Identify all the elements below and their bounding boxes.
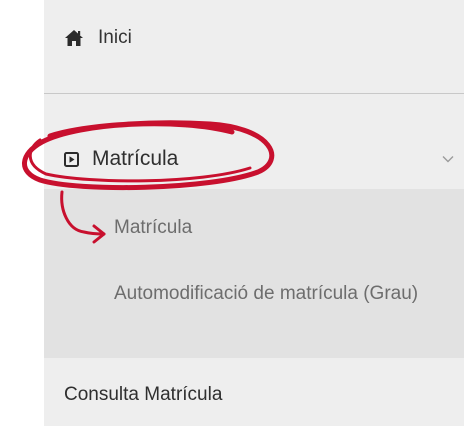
submenu-item-matricula[interactable]: Matrícula [114,217,192,239]
menu-item-consulta-matricula[interactable]: Consulta Matrícula [44,358,464,426]
menu-item-consulta-label: Consulta Matrícula [64,384,223,405]
sidebar-menu: Inici Matrícula Matrícula Automodificaci… [44,0,464,426]
home-icon [65,30,83,46]
page: Inici Matrícula Matrícula Automodificaci… [0,0,464,426]
submenu-matricula: Matrícula Automodificació de matrícula (… [44,189,464,358]
submenu-item-automodificacio[interactable]: Automodificació de matrícula (Grau) [114,275,454,313]
menu-item-home[interactable]: Inici [44,0,464,94]
chevron-down-icon[interactable] [442,155,454,163]
play-square-icon [64,152,79,167]
menu-item-matricula[interactable]: Matrícula [44,95,464,189]
menu-item-matricula-label: Matrícula [92,147,179,170]
menu-item-home-label: Inici [98,27,132,48]
